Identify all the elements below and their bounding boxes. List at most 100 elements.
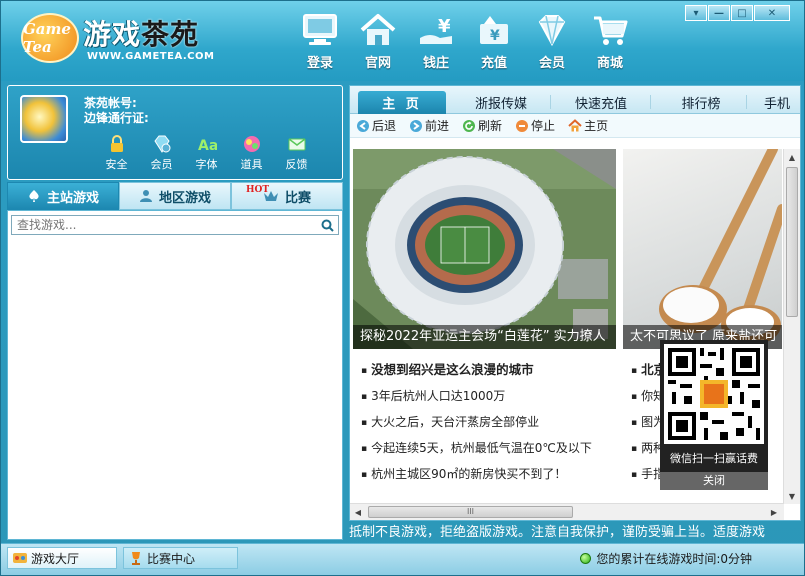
tool-items-label: 道具 — [240, 158, 263, 171]
member-icon — [151, 133, 173, 155]
salt-spoons-photo[interactable]: 太不可思议了 原来盐还可 — [623, 149, 782, 349]
computer-icon — [298, 11, 342, 49]
tab-mobile[interactable]: 手机 — [764, 91, 800, 114]
yen-bank-icon: ¥ — [414, 11, 458, 49]
vertical-scrollbar[interactable]: ▲ ▼ — [783, 149, 800, 504]
app-window: Game Tea 游戏茶苑 WWW.GAMETEA.COM 登录 官网 ¥ 钱庄… — [0, 0, 805, 576]
online-time-text: 您的累计在线游戏时间:0分钟 — [596, 552, 752, 566]
game-search — [11, 215, 339, 235]
search-button[interactable] — [317, 216, 338, 234]
nav-bank[interactable]: ¥ 钱庄 — [407, 11, 465, 73]
tool-font-label: 字体 — [195, 158, 218, 171]
logo-title-part-b: 茶苑 — [141, 18, 200, 51]
header-bar: Game Tea 游戏茶苑 WWW.GAMETEA.COM 登录 官网 ¥ 钱庄… — [1, 1, 804, 81]
stadium-photo[interactable]: 探秘2022年亚运主会场“白莲花” 实力撩人 — [353, 149, 616, 349]
recharge-icon: ¥ — [472, 11, 516, 49]
news-card-main: 探秘2022年亚运主会场“白莲花” 实力撩人 没想到绍兴是这么浪漫的城市 3年后… — [353, 149, 616, 495]
diamond-icon — [530, 11, 574, 49]
homepage-label: 主页 — [584, 119, 609, 133]
logo-badge: Game Tea — [21, 13, 79, 63]
refresh-button[interactable]: 刷新 — [462, 117, 502, 134]
scroll-right-arrow[interactable]: ▶ — [766, 504, 782, 520]
nav-member[interactable]: 会员 — [523, 11, 581, 73]
home-icon — [568, 118, 582, 131]
news-item[interactable]: 杭州主城区90㎡的新房快买不到了！ — [353, 461, 616, 487]
home-icon — [356, 11, 400, 49]
status-bar: 游戏大厅 比赛中心 您的累计在线游戏时间:0分钟 — [1, 543, 804, 575]
tab-game-lobby[interactable]: 游戏大厅 — [7, 547, 117, 569]
tab-game-lobby-label: 游戏大厅 — [31, 551, 80, 566]
tool-font[interactable]: Aa 字体 — [184, 133, 229, 172]
menu-dropdown-button[interactable]: ▾ — [685, 5, 707, 21]
scroll-down-arrow[interactable]: ▼ — [784, 488, 800, 504]
tab-regional-games[interactable]: 地区游戏 — [119, 182, 231, 210]
online-status-icon — [580, 553, 592, 564]
nav-recharge[interactable]: ¥ 充值 — [465, 11, 523, 73]
horizontal-scrollbar[interactable]: ◀ III ▶ — [350, 503, 784, 520]
scroll-left-arrow[interactable]: ◀ — [350, 504, 366, 520]
qr-popup: 微信扫一扫赢话费 关闭 — [660, 340, 768, 490]
tool-feedback[interactable]: 反馈 — [274, 133, 319, 172]
vertical-scroll-thumb[interactable] — [786, 167, 798, 317]
tab-competition[interactable]: HOT 比赛 — [231, 182, 343, 210]
anti-addiction-notice: 抵制不良游戏，拒绝盗版游戏。注意自我保护，谨防受骗上当。适度游戏 — [349, 525, 766, 540]
trophy-icon — [132, 552, 140, 565]
gift-icon — [241, 133, 263, 155]
spade-icon — [29, 190, 39, 202]
tab-main-games[interactable]: 主站游戏 — [7, 182, 119, 210]
tab-leaderboard[interactable]: 排行榜 — [666, 91, 736, 114]
logo: Game Tea 游戏茶苑 WWW.GAMETEA.COM — [21, 11, 221, 67]
forward-button[interactable]: 前进 — [409, 117, 449, 134]
back-button[interactable]: 后退 — [356, 117, 396, 134]
online-time: 您的累计在线游戏时间:0分钟 — [580, 550, 752, 567]
nav-shop[interactable]: 商城 — [581, 11, 639, 73]
close-button[interactable]: ✕ — [754, 5, 790, 21]
news-item[interactable]: 大火之后，天台汗蒸房全部停业 — [353, 409, 616, 435]
homepage-button[interactable]: 主页 — [568, 117, 608, 134]
account-info: 茶苑帐号: 边锋通行证: — [84, 96, 149, 126]
tab-quick-recharge[interactable]: 快速充值 — [562, 91, 640, 114]
feature-caption-1: 探秘2022年亚运主会场“白莲花” 实力撩人 — [353, 325, 616, 349]
horizontal-scroll-thumb[interactable]: III — [368, 506, 573, 518]
back-arrow-icon — [357, 119, 369, 132]
nav-member-label: 会员 — [538, 56, 565, 71]
main-nav: 登录 官网 ¥ 钱庄 ¥ 充值 会员 商城 — [291, 11, 639, 73]
tool-security[interactable]: 安全 — [94, 133, 139, 172]
news-item[interactable]: 没想到绍兴是这么浪漫的城市 — [353, 357, 616, 383]
news-item[interactable]: 今起连续5天，杭州最低气温在0℃及以下 — [353, 435, 616, 461]
nav-login-label: 登录 — [306, 56, 333, 71]
stop-label: 停止 — [531, 119, 556, 133]
tab-regional-games-label: 地区游戏 — [158, 190, 211, 206]
scroll-up-arrow[interactable]: ▲ — [784, 149, 800, 165]
tab-match-center[interactable]: 比赛中心 — [123, 547, 238, 569]
profile-tools: 安全 会员 Aa 字体 道具 反馈 — [94, 133, 319, 172]
game-lobby-icon — [13, 553, 27, 563]
tab-separator — [550, 95, 551, 109]
tab-zhejiang-media[interactable]: 浙报传媒 — [462, 91, 540, 114]
search-input[interactable] — [12, 216, 318, 234]
minimize-button[interactable]: — — [708, 5, 730, 21]
refresh-label: 刷新 — [478, 119, 503, 133]
tab-home[interactable]: 主 页 — [358, 91, 446, 114]
tool-member[interactable]: 会员 — [139, 133, 184, 172]
window-controls: ▾ — □ ✕ — [684, 5, 790, 21]
tool-feedback-label: 反馈 — [285, 158, 308, 171]
back-label: 后退 — [372, 119, 397, 133]
qr-caption: 微信扫一扫赢话费 — [670, 452, 758, 465]
qr-close-button[interactable]: 关闭 — [660, 472, 768, 490]
news-item[interactable]: 3年后杭州人口达1000万 — [353, 383, 616, 409]
shopping-cart-icon — [588, 11, 632, 49]
tool-items[interactable]: 道具 — [229, 133, 274, 172]
avatar[interactable] — [20, 95, 68, 143]
game-list-panel — [7, 210, 343, 540]
maximize-button[interactable]: □ — [731, 5, 753, 21]
nav-login[interactable]: 登录 — [291, 11, 349, 73]
nav-bank-label: 钱庄 — [422, 56, 449, 71]
nav-official-site-label: 官网 — [364, 56, 391, 71]
nav-recharge-label: 充值 — [480, 56, 507, 71]
stop-button[interactable]: 停止 — [515, 117, 555, 134]
nav-official-site[interactable]: 官网 — [349, 11, 407, 73]
search-icon — [321, 219, 334, 232]
tab-main-games-label: 主站游戏 — [46, 190, 99, 206]
browser-toolbar: 后退 前进 刷新 停止 主页 — [350, 114, 800, 138]
